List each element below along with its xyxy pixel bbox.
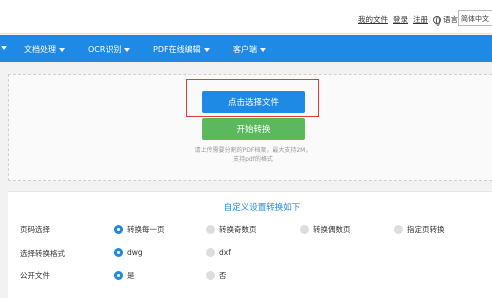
caret-down-icon	[124, 47, 131, 52]
nav-item-label: PDF在线编辑	[153, 45, 201, 54]
radio-icon	[300, 225, 309, 234]
start-convert-button[interactable]: 开始转换	[202, 118, 305, 140]
option-odd-pages[interactable]: 转换奇数页	[206, 224, 257, 235]
option-label: 转换奇数页	[219, 225, 257, 234]
option-specific-pages[interactable]: 指定页转换	[394, 224, 445, 235]
language-select[interactable]: 简体中文	[458, 10, 492, 26]
option-public-yes[interactable]: 是	[114, 270, 135, 281]
format-select-label: 选择转换格式	[20, 249, 65, 258]
option-label: dxf	[219, 248, 231, 257]
page-select-label: 页码选择	[20, 225, 50, 234]
upload-hint-line: 支持pdf的格式	[233, 156, 273, 163]
radio-icon	[206, 271, 215, 280]
top-bar: 我的文件 登录 注册 语言 简体中文	[0, 0, 492, 34]
caret-down-icon	[203, 47, 210, 52]
radio-selected-icon	[114, 248, 123, 257]
nav-item-document[interactable]: 文档处理	[24, 44, 65, 55]
nav-item-client[interactable]: 客户端	[233, 44, 266, 55]
radio-icon	[394, 225, 403, 234]
option-label: 转换偶数页	[313, 225, 351, 234]
radio-icon	[206, 225, 215, 234]
option-dwg[interactable]: dwg	[114, 248, 143, 257]
register-link[interactable]: 注册	[413, 14, 428, 25]
nav-item-pdf-edit[interactable]: PDF在线编辑	[153, 44, 210, 55]
radio-icon	[206, 248, 215, 257]
nav-item-label: 客户端	[233, 45, 257, 54]
radio-selected-icon	[114, 225, 123, 234]
caret-down-icon[interactable]	[1, 46, 7, 50]
login-link[interactable]: 登录	[393, 14, 408, 25]
option-even-pages[interactable]: 转换偶数页	[300, 224, 351, 235]
caret-down-icon	[59, 47, 65, 52]
option-dxf[interactable]: dxf	[206, 248, 231, 257]
nav-item-label: 文档处理	[24, 45, 56, 54]
radio-selected-icon	[114, 271, 123, 280]
upload-hint: 请上传需要分割的PDF档案，最大支持2M， 支持pdf的格式	[170, 146, 336, 164]
upload-hint-line: 请上传需要分割的PDF档案，最大支持2M，	[194, 147, 312, 154]
option-label: dwg	[127, 248, 143, 257]
top-links: 我的文件 登录 注册 语言	[358, 14, 458, 26]
nav-item-ocr[interactable]: OCR识别	[88, 44, 131, 55]
option-label: 指定页转换	[407, 225, 445, 234]
option-label: 否	[219, 271, 227, 280]
option-label: 转换每一页	[127, 225, 165, 234]
language-text: 语言	[443, 15, 458, 24]
caret-down-icon	[260, 47, 266, 52]
settings-title: 自定义设置转换如下	[223, 203, 301, 213]
option-public-no[interactable]: 否	[206, 270, 227, 281]
globe-icon	[433, 15, 441, 26]
main-nav: 文档处理 OCR识别 PDF在线编辑 客户端	[0, 35, 492, 62]
public-file-label: 公开文件	[20, 271, 50, 280]
my-files-link[interactable]: 我的文件	[358, 14, 388, 25]
language-label[interactable]: 语言	[433, 14, 458, 26]
nav-item-label: OCR识别	[88, 45, 122, 54]
option-every-page[interactable]: 转换每一页	[114, 224, 165, 235]
select-file-button[interactable]: 点击选择文件	[202, 91, 305, 113]
option-label: 是	[127, 271, 135, 280]
